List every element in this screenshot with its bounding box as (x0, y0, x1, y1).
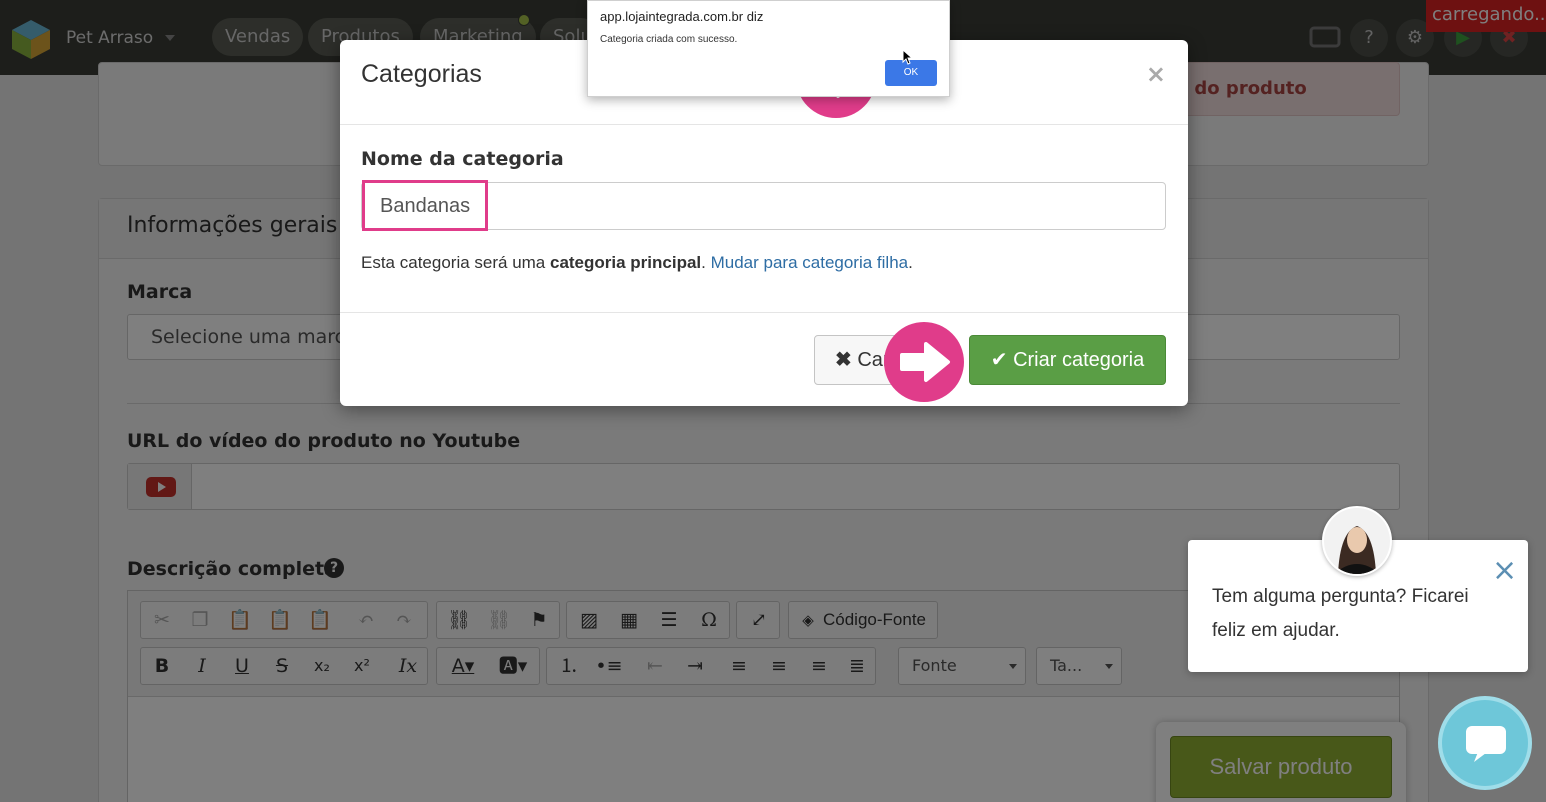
category-name-label: Nome da categoria (361, 148, 564, 170)
alert-message: Categoria criada com sucesso. (600, 34, 738, 45)
chat-agent-avatar (1322, 506, 1392, 576)
change-to-child-category-link[interactable]: Mudar para categoria filha (711, 253, 909, 272)
help-text: Esta categoria será uma (361, 253, 550, 272)
browser-alert-dialog: app.lojaintegrada.com.br diz Categoria c… (587, 0, 950, 97)
category-type-help: Esta categoria será uma categoria princi… (361, 253, 913, 273)
mouse-cursor-icon (902, 49, 912, 65)
help-bold-text: categoria principal (549, 253, 702, 272)
check-icon: ✔ (990, 349, 1008, 371)
help-separator: . (701, 253, 711, 272)
arrow-right-icon (884, 322, 964, 402)
modal-footer-divider (340, 312, 1188, 313)
create-category-button[interactable]: ✔ Criar categoria (969, 335, 1166, 385)
modal-close-icon[interactable]: × (1146, 60, 1166, 88)
alert-origin: app.lojaintegrada.com.br diz (600, 9, 764, 24)
chat-launcher-button[interactable] (1442, 700, 1528, 786)
chat-bubble-icon (1466, 726, 1506, 762)
input-highlight-annotation (362, 180, 488, 231)
modal-divider (340, 124, 1188, 125)
x-icon: ✖ (835, 349, 852, 371)
help-suffix: . (908, 253, 913, 272)
chat-close-icon[interactable]: × (1492, 556, 1517, 586)
modal-title: Categorias (361, 60, 482, 88)
chat-message: Tem alguma pergunta? Ficarei feliz em aj… (1212, 586, 1469, 641)
create-category-label: Criar categoria (1013, 349, 1145, 371)
